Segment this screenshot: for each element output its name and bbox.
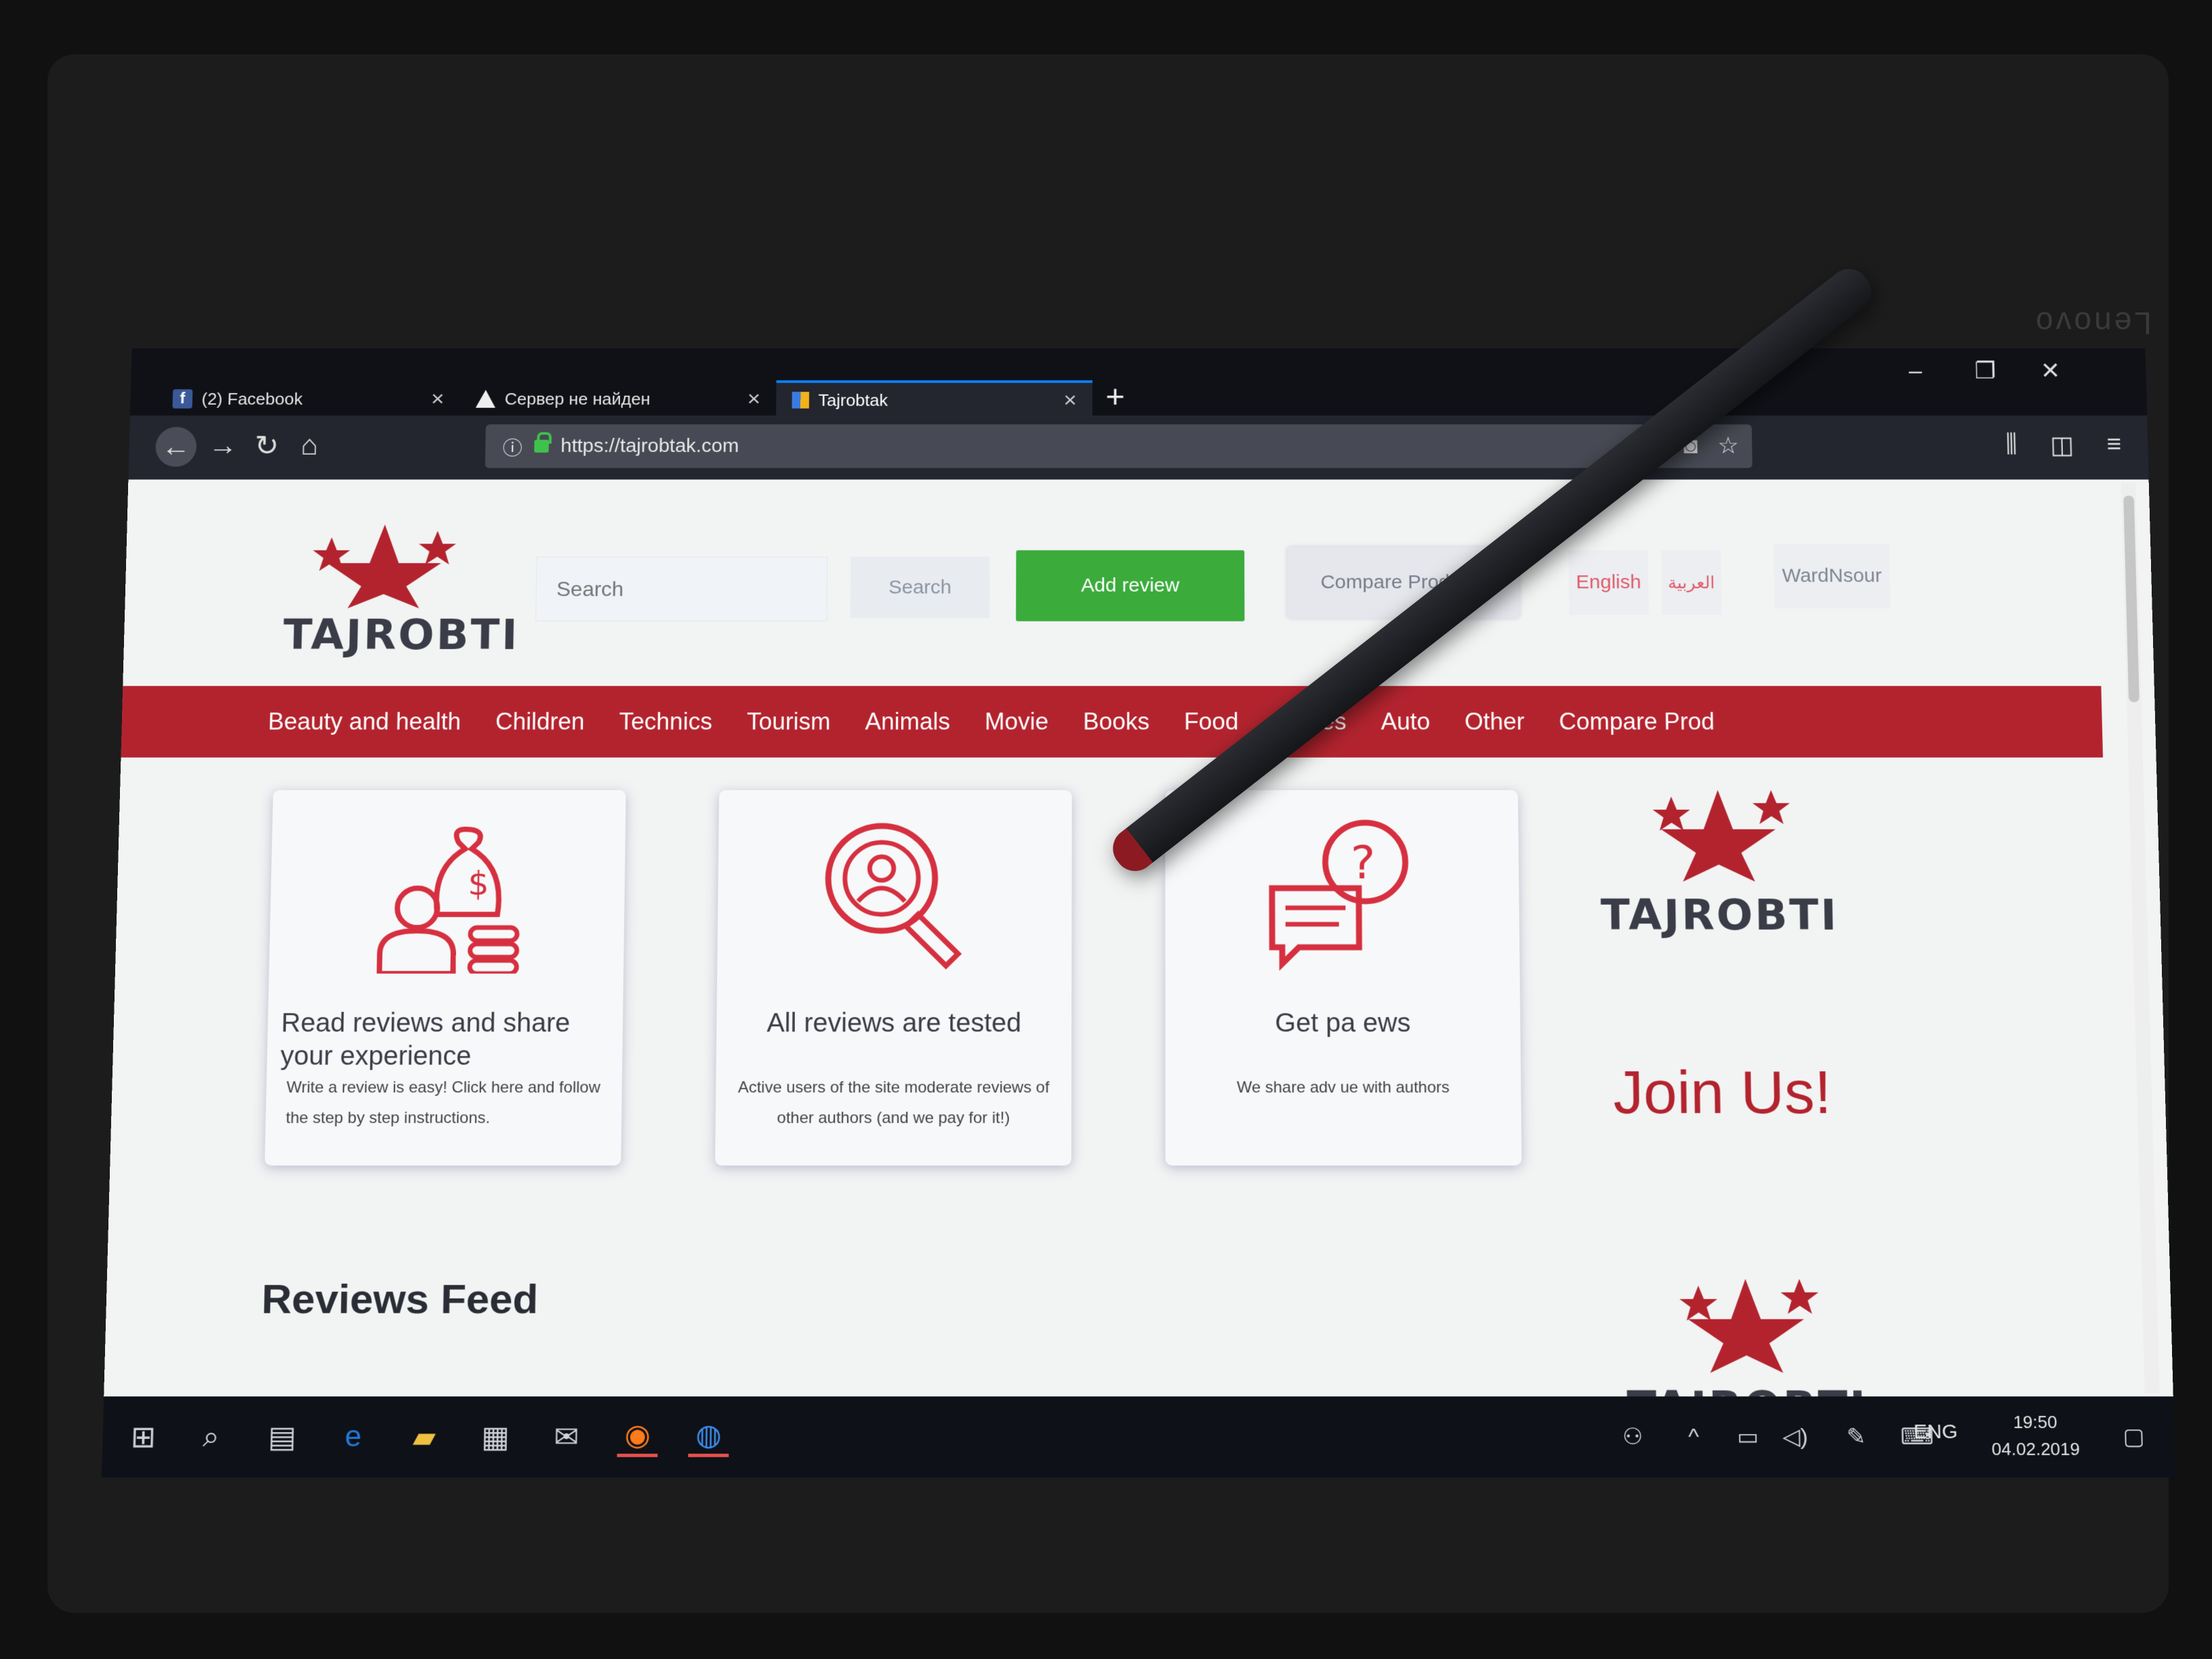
card-title: All reviews are tested [766,1008,1022,1038]
windows-taskbar: ⊞ ⌕ ▤ e ▰ ▦ ✉ ◉ ◍ ⚇ ^ ▭ ◁) ✎ ⌨ ENG 19:50… [102,1396,2175,1477]
tab-tajrobtak[interactable]: Tajrobtak × [776,380,1092,417]
stars-icon [1652,790,1790,882]
task-view-icon[interactable]: ▤ [262,1416,303,1457]
minimize-icon[interactable]: – [1908,357,1922,384]
category-food[interactable]: Food [1184,708,1239,735]
category-children[interactable]: Children [495,708,585,735]
firefox-icon[interactable]: ◉ [617,1416,659,1458]
category-beauty-health[interactable]: Beauty and health [268,708,461,735]
join-us-heading[interactable]: Join Us! [1588,1059,1858,1128]
clock-date: 04.02.2019 [1991,1439,2081,1460]
app-icon[interactable]: ◍ [688,1416,729,1458]
warning-icon [475,390,496,408]
logo-text: TAJROBTI [1600,891,1839,941]
lock-icon [534,439,549,453]
logo-text: TAJROBTI [283,611,520,660]
category-animals[interactable]: Animals [865,708,950,735]
facebook-icon: f [172,389,193,409]
svg-text:$: $ [468,864,489,903]
sidebar-logo: TAJROBTI [1584,777,1853,941]
card-title: Read reviews and share your experience [280,1008,571,1071]
new-tab-icon[interactable]: + [1105,377,1124,415]
tab-label: Сервер не найден [504,388,651,409]
svg-text:?: ? [1351,836,1376,890]
tab-label: (2) Facebook [201,388,303,409]
close-icon[interactable]: × [431,386,445,411]
home-icon[interactable]: ⌂ [300,430,319,462]
browser-navbar: ← → ↻ ⌂ ⓘ https://tajrobtak.com ••• ◙ ☆ … [128,415,2149,480]
magnifier-person-icon [817,816,972,973]
site-logo[interactable]: TAJROBTI [283,518,520,660]
browser-titlebar: f (2) Facebook × Сервер не найден × Tajr… [129,348,2148,417]
notification-icon[interactable]: ▢ [2113,1416,2154,1457]
volume-icon[interactable]: ◁) [1775,1416,1816,1457]
chevron-up-icon[interactable]: ^ [1673,1416,1715,1457]
search-icon[interactable]: ⌕ [190,1416,232,1457]
feature-card-read-reviews[interactable]: $ Read reviews and share your experience… [264,790,626,1166]
lang-english-button[interactable]: English [1568,550,1649,615]
lang-arabic-button[interactable]: العربية [1661,550,1722,615]
tab-facebook[interactable]: f (2) Facebook × [157,380,460,417]
screen: f (2) Facebook × Сервер не найден × Tajr… [102,348,2175,1478]
site-favicon [792,392,810,409]
category-movie[interactable]: Movie [985,708,1048,735]
tab-server-not-found[interactable]: Сервер не найден × [459,380,776,417]
card-text: Write a review is easy! Click here and f… [285,1078,600,1127]
photo-background: Lenovo f (2) Facebook × Сервер не найден… [0,0,2212,1659]
file-explorer-icon[interactable]: ▰ [404,1416,445,1457]
pen-icon[interactable]: ✎ [1835,1416,1877,1457]
user-account-button[interactable]: WardNsour [1773,544,1891,609]
tab-label: Tajrobtak [818,390,888,410]
category-nav: Beauty and health Children Technics Tour… [121,686,2104,758]
stars-icon [1679,1279,1819,1373]
back-icon[interactable]: ← [155,427,197,467]
battery-icon[interactable]: ▭ [1727,1416,1769,1457]
close-icon[interactable]: × [747,386,760,411]
clock[interactable]: 19:50 04.02.2019 [1991,1408,2081,1462]
reviews-feed-heading: Reviews Feed [261,1276,539,1323]
category-tourism[interactable]: Tourism [747,708,831,735]
category-auto[interactable]: Auto [1380,708,1430,735]
url-bar[interactable]: ⓘ https://tajrobtak.com ••• ◙ ☆ [485,424,1753,468]
category-other[interactable]: Other [1465,708,1525,735]
money-bag-person-icon: $ [369,816,526,973]
restore-icon[interactable]: ❐ [1974,357,1996,384]
add-review-button[interactable]: Add review [1016,550,1245,621]
bookmark-star-icon[interactable]: ☆ [1717,432,1739,459]
feature-card-get-paid[interactable]: ? Get pa ews We share adv ue with author… [1165,790,1522,1166]
category-technics[interactable]: Technics [619,708,712,735]
close-icon[interactable]: × [1063,388,1076,413]
card-text: Active users of the site moderate review… [737,1078,1050,1127]
chat-question-icon: ? [1265,816,1420,973]
stars-icon [312,524,457,609]
input-language[interactable]: ENG [1913,1420,1958,1443]
laptop-brand: Lenovo [2033,306,2152,341]
card-text: We share adv ue with authors [1236,1078,1450,1097]
feature-card-reviews-tested[interactable]: All reviews are tested Active users of t… [715,790,1072,1166]
edge-icon[interactable]: e [333,1416,374,1457]
category-books[interactable]: Books [1083,708,1149,735]
web-page: TAJROBTI Search Add review Compare Produ… [104,479,2173,1433]
reload-icon[interactable]: ↻ [254,430,279,462]
info-icon[interactable]: ⓘ [502,432,523,461]
category-compare-products[interactable]: Compare Prod [1559,708,1715,735]
windows-start-icon[interactable]: ⊞ [123,1416,164,1457]
menu-icon[interactable]: ≡ [2106,431,2122,460]
store-icon[interactable]: ▦ [475,1416,516,1457]
library-icon[interactable]: ⫼ [2005,431,2018,460]
people-icon[interactable]: ⚇ [1612,1416,1654,1457]
close-window-icon[interactable]: ✕ [2040,357,2060,384]
forward-icon[interactable]: → [208,430,238,462]
mail-icon[interactable]: ✉ [546,1416,587,1457]
search-input[interactable] [535,556,828,621]
card-title: Get pa ews [1275,1008,1411,1038]
search-button[interactable]: Search [850,556,990,618]
sidebar-icon[interactable]: ◫ [2050,431,2074,460]
clock-time: 19:50 [2013,1412,2057,1433]
url-text: https://tajrobtak.com [560,435,739,457]
